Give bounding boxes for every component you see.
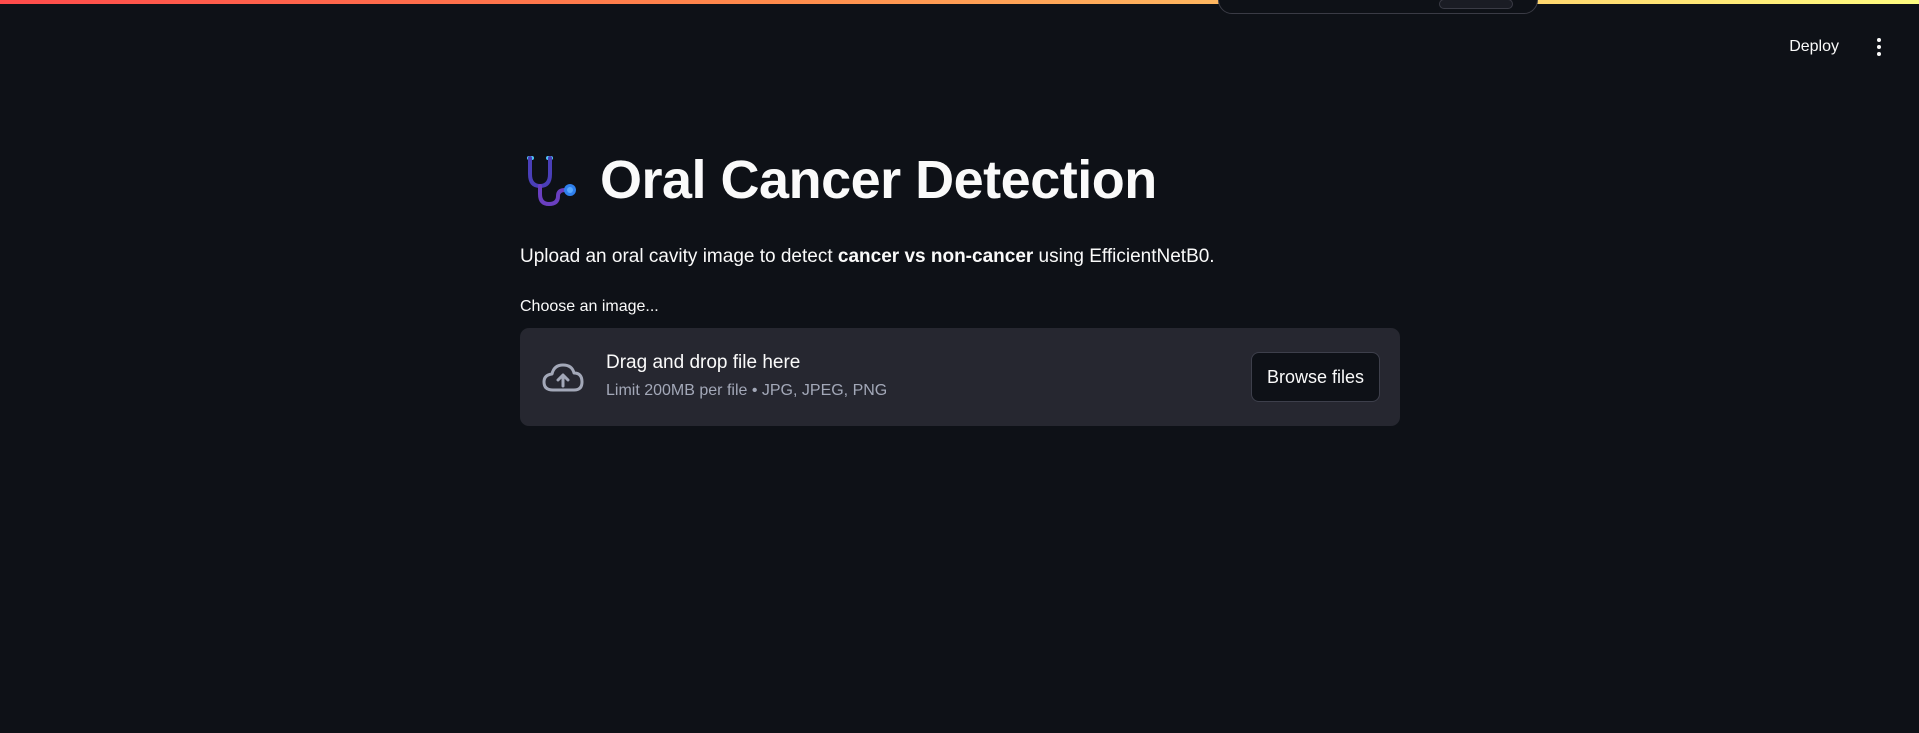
page-title: Oral Cancer Detection: [600, 150, 1157, 210]
top-decoration-bar: [0, 0, 1919, 4]
subtitle-prefix: Upload an oral cavity image to detect: [520, 246, 838, 267]
title-row: Oral Cancer Detection: [520, 140, 1400, 220]
subtitle-suffix: using EfficientNetB0.: [1033, 246, 1215, 267]
dropzone-title: Drag and drop file here: [606, 352, 801, 373]
main-content: Oral Cancer Detection Upload an oral cav…: [520, 140, 1400, 426]
kebab-menu-icon[interactable]: [1869, 32, 1889, 62]
header-actions: Deploy: [1783, 32, 1889, 62]
subtitle-bold: cancer vs non-cancer: [837, 246, 1034, 267]
cloud-upload-icon: [542, 363, 584, 392]
status-pill: [1439, 0, 1513, 9]
uploader-label: Choose an image...: [520, 298, 659, 315]
file-dropzone[interactable]: Drag and drop file here Limit 200MB per …: [520, 328, 1400, 426]
page-subtitle: Upload an oral cavity image to detect ca…: [520, 246, 1400, 268]
deploy-button[interactable]: Deploy: [1783, 34, 1845, 60]
stethoscope-icon: [527, 156, 576, 207]
dropzone-text: Drag and drop file here Limit 200MB per …: [606, 352, 887, 400]
browse-files-button[interactable]: Browse files: [1250, 352, 1380, 402]
dropzone-limit: Limit 200MB per file • JPG, JPEG, PNG: [606, 382, 888, 399]
status-widget: [1218, 0, 1538, 14]
